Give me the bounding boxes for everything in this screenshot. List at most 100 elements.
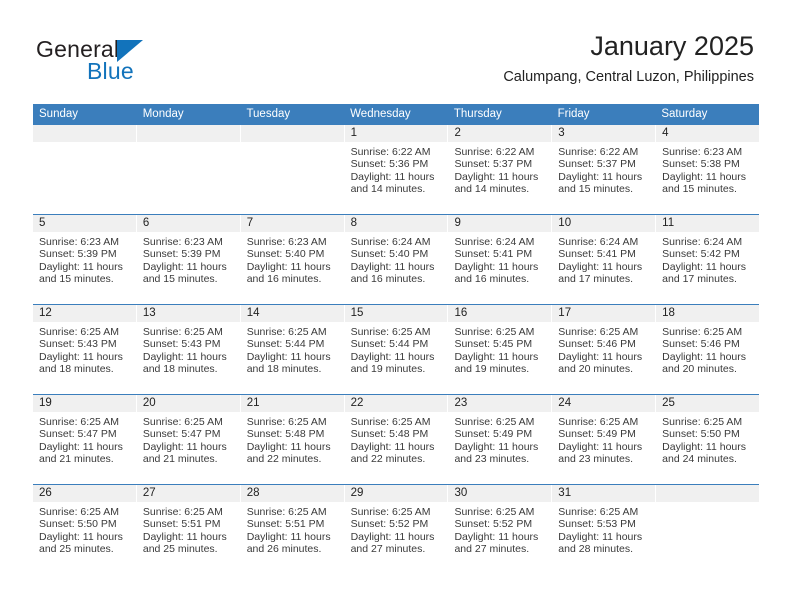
day-detail-line: Sunrise: 6:25 AM [142,416,223,428]
day-number[interactable]: 28 [240,485,344,502]
day-number[interactable]: 4 [656,125,760,142]
day-number[interactable]: 1 [344,125,448,142]
day-number[interactable]: 10 [552,215,656,232]
day-number[interactable]: 3 [552,125,656,142]
day-detail-line: Daylight: 11 hours [39,530,123,543]
calendar-week-row: 26 27 28 29 30 31 Sunrise: 6:25 AM Sunset: 5:50… [33,484,760,574]
day-cell[interactable]: Sunrise: 6:25 AM Sunset: 5:43 PM Daylight:… [33,322,136,394]
day-cell[interactable]: Sunrise: 6:25 AM Sunset: 5:44 PM Daylight:… [241,322,344,394]
week-detail-band: Sunrise: 6:22 AM Sunset: 5:36 PM Daylight:… [33,142,759,214]
day-cell[interactable]: Sunrise: 6:25 AM Sunset: 5:45 PM Daylight:… [448,322,551,394]
day-number[interactable]: 11 [656,215,760,232]
day-cell[interactable]: Sunrise: 6:24 AM Sunset: 5:41 PM Daylight:… [448,232,551,304]
day-detail-line: Daylight: 11 hours [246,530,331,543]
day-cell[interactable]: Sunrise: 6:23 AM Sunset: 5:39 PM Daylight:… [33,232,136,304]
day-cell[interactable]: Sunrise: 6:23 AM Sunset: 5:38 PM Daylight:… [656,142,759,214]
day-number-empty [656,485,760,502]
day-number[interactable]: 27 [136,485,240,502]
day-number[interactable]: 15 [344,305,448,322]
day-number[interactable]: 7 [240,215,344,232]
day-number[interactable]: 26 [33,485,136,502]
day-number[interactable]: 23 [448,395,552,412]
day-cell[interactable]: Sunrise: 6:24 AM Sunset: 5:40 PM Daylight:… [345,232,448,304]
day-cell[interactable]: Sunrise: 6:25 AM Sunset: 5:50 PM Daylight:… [656,412,759,484]
day-detail-line: Sunrise: 6:25 AM [454,326,535,338]
day-detail-line: and 17 minutes. [558,273,634,286]
day-number[interactable]: 2 [448,125,552,142]
day-detail-line: Sunset: 5:53 PM [558,518,636,531]
day-cell[interactable]: Sunrise: 6:25 AM Sunset: 5:51 PM Daylight:… [241,502,344,574]
day-detail-line: Sunset: 5:41 PM [558,248,636,261]
day-detail-line: Daylight: 11 hours [350,530,435,543]
day-detail-line: Sunrise: 6:25 AM [142,506,223,518]
day-number[interactable]: 5 [33,215,136,232]
day-number[interactable]: 17 [552,305,656,322]
day-number[interactable]: 6 [136,215,240,232]
day-detail-line: Sunset: 5:39 PM [39,248,117,261]
day-number[interactable]: 20 [136,395,240,412]
day-detail-line: Sunset: 5:41 PM [454,248,533,261]
day-cell[interactable]: Sunrise: 6:25 AM Sunset: 5:52 PM Daylight:… [448,502,551,574]
day-detail-line: Sunrise: 6:25 AM [454,416,535,428]
day-number[interactable]: 8 [344,215,448,232]
day-number[interactable]: 19 [33,395,136,412]
day-cell[interactable]: Sunrise: 6:22 AM Sunset: 5:37 PM Daylight:… [552,142,655,214]
day-detail-line: Sunrise: 6:23 AM [39,236,119,248]
day-number[interactable]: 21 [240,395,344,412]
weekday-header-saturday: Saturday [661,108,708,120]
day-number[interactable]: 18 [656,305,760,322]
day-detail-line: and 24 minutes. [662,453,737,466]
day-detail-line: and 18 minutes. [246,363,322,376]
day-number[interactable]: 12 [33,305,136,322]
day-cell[interactable]: Sunrise: 6:24 AM Sunset: 5:41 PM Daylight:… [552,232,655,304]
day-detail-line: Sunrise: 6:22 AM [454,146,535,158]
week-detail-band: Sunrise: 6:25 AM Sunset: 5:50 PM Daylight:… [33,502,759,574]
day-detail-line: Sunrise: 6:25 AM [246,506,327,518]
day-detail-line: and 22 minutes. [350,453,426,466]
day-detail-line: Daylight: 11 hours [350,440,435,453]
day-number[interactable]: 30 [448,485,552,502]
day-number[interactable]: 31 [552,485,656,502]
day-cell[interactable]: Sunrise: 6:24 AM Sunset: 5:42 PM Daylight:… [656,232,759,304]
day-cell[interactable]: Sunrise: 6:25 AM Sunset: 5:44 PM Daylight:… [345,322,448,394]
week-daynumber-band: 26 27 28 29 30 31 [33,485,760,502]
day-detail-line: and 14 minutes. [350,183,426,196]
day-cell[interactable]: Sunrise: 6:25 AM Sunset: 5:46 PM Daylight:… [552,322,655,394]
day-cell[interactable]: Sunrise: 6:25 AM Sunset: 5:47 PM Daylight:… [137,412,240,484]
day-detail-line: Daylight: 11 hours [558,260,643,273]
day-detail-line: and 23 minutes. [558,453,634,466]
day-detail-line: Daylight: 11 hours [558,440,643,453]
day-detail-line: and 20 minutes. [662,363,737,376]
day-number[interactable]: 24 [552,395,656,412]
day-number[interactable]: 16 [448,305,552,322]
day-cell[interactable]: Sunrise: 6:22 AM Sunset: 5:37 PM Daylight:… [448,142,551,214]
day-cell[interactable]: Sunrise: 6:25 AM Sunset: 5:51 PM Daylight:… [137,502,240,574]
day-number[interactable]: 9 [448,215,552,232]
day-detail-line: and 22 minutes. [246,453,322,466]
day-detail-line: and 17 minutes. [662,273,737,286]
day-number[interactable]: 14 [240,305,344,322]
day-cell[interactable]: Sunrise: 6:23 AM Sunset: 5:39 PM Daylight:… [137,232,240,304]
day-cell[interactable]: Sunrise: 6:25 AM Sunset: 5:46 PM Daylight:… [656,322,759,394]
day-number[interactable]: 22 [344,395,448,412]
day-cell[interactable]: Sunrise: 6:25 AM Sunset: 5:53 PM Daylight:… [552,502,655,574]
calendar-week-row: 19 20 21 22 23 24 25 Sunrise: 6:25 AM Sunset: 5:… [33,394,760,484]
day-detail-line: Sunset: 5:37 PM [558,158,636,171]
day-cell[interactable]: Sunrise: 6:25 AM Sunset: 5:47 PM Daylight:… [33,412,136,484]
day-detail-line: Daylight: 11 hours [558,350,643,363]
day-cell[interactable]: Sunrise: 6:25 AM Sunset: 5:49 PM Daylight:… [552,412,655,484]
day-cell[interactable]: Sunrise: 6:22 AM Sunset: 5:36 PM Daylight:… [345,142,448,214]
day-number[interactable]: 25 [656,395,760,412]
week-daynumber-band: 1234 [33,125,760,142]
day-detail-line: Sunset: 5:45 PM [454,338,533,351]
day-detail-line: and 19 minutes. [350,363,426,376]
day-cell[interactable]: Sunrise: 6:23 AM Sunset: 5:40 PM Daylight:… [241,232,344,304]
day-cell[interactable]: Sunrise: 6:25 AM Sunset: 5:48 PM Daylight:… [345,412,448,484]
day-cell[interactable]: Sunrise: 6:25 AM Sunset: 5:48 PM Daylight:… [241,412,344,484]
day-number[interactable]: 29 [344,485,448,502]
day-cell[interactable]: Sunrise: 6:25 AM Sunset: 5:43 PM Daylight:… [137,322,240,394]
day-cell[interactable]: Sunrise: 6:25 AM Sunset: 5:49 PM Daylight:… [448,412,551,484]
day-cell[interactable]: Sunrise: 6:25 AM Sunset: 5:50 PM Daylight:… [33,502,136,574]
day-number[interactable]: 13 [136,305,240,322]
day-cell[interactable]: Sunrise: 6:25 AM Sunset: 5:52 PM Daylight:… [345,502,448,574]
